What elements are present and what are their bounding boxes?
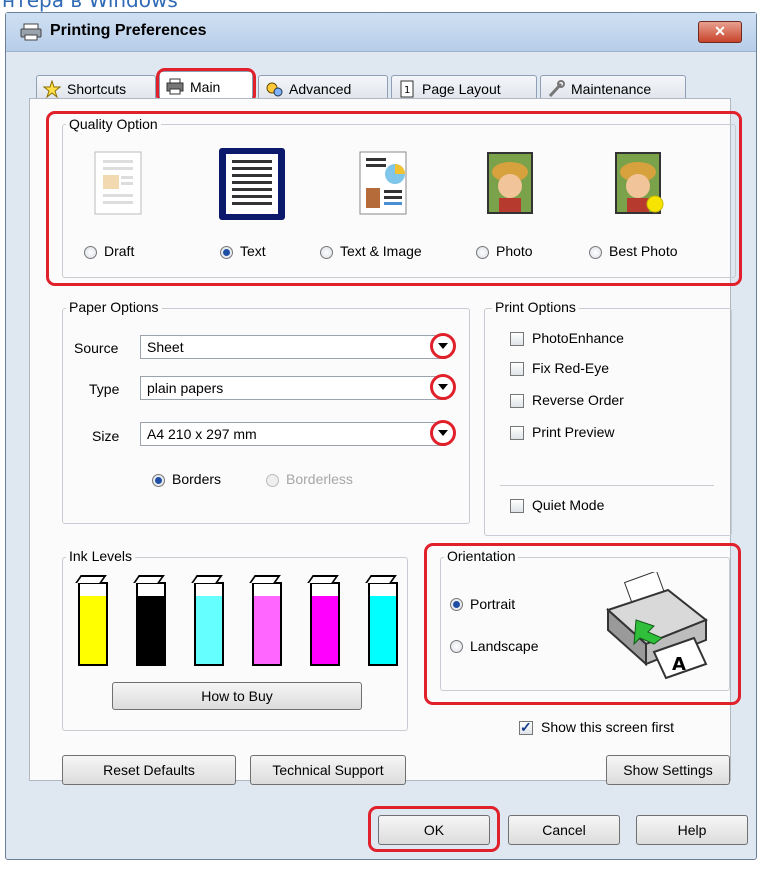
show-screen-first-label: Show this screen first xyxy=(541,719,675,735)
landscape-radio[interactable] xyxy=(450,640,463,653)
ink-cartridges xyxy=(75,575,398,672)
borderless-label: Borderless xyxy=(286,471,353,487)
ink-cartridge xyxy=(307,575,340,666)
ink-level-fill xyxy=(196,596,222,664)
title-bar: Printing Preferences ✕ xyxy=(6,13,756,52)
show-screen-first-checkbox[interactable] xyxy=(519,719,533,736)
quiet-mode-checkbox[interactable] xyxy=(510,499,524,513)
text-radio[interactable] xyxy=(220,246,233,259)
help-button[interactable]: Help xyxy=(636,815,748,845)
size-label: Size xyxy=(92,428,120,444)
paper-options-legend: Paper Options xyxy=(66,299,162,315)
print-options-legend: Print Options xyxy=(492,299,579,315)
ink-level-fill xyxy=(254,596,280,664)
ink-level-fill xyxy=(370,596,396,664)
ink-cartridge-top xyxy=(133,575,165,583)
ink-cartridge-top xyxy=(365,575,397,583)
window-title: Printing Preferences xyxy=(50,22,207,39)
technical-support-button[interactable]: Technical Support xyxy=(250,755,406,785)
portrait-radio[interactable] xyxy=(450,598,463,611)
size-select[interactable]: A4 210 x 297 mm xyxy=(140,422,446,446)
text-label: Text xyxy=(240,243,266,259)
chevron-down-icon xyxy=(438,430,448,436)
text-image-radio[interactable] xyxy=(320,246,333,259)
ink-cartridge-top xyxy=(191,575,223,583)
type-select[interactable]: plain papers xyxy=(140,376,446,400)
show-settings-button[interactable]: Show Settings xyxy=(606,755,730,785)
svg-text:1: 1 xyxy=(404,85,410,96)
type-dropdown-arrow[interactable] xyxy=(430,374,456,400)
size-dropdown-arrow[interactable] xyxy=(430,420,456,446)
reset-defaults-button[interactable]: Reset Defaults xyxy=(62,755,236,785)
star-icon xyxy=(43,80,61,98)
best-photo-radio[interactable] xyxy=(589,246,602,259)
chevron-down-icon xyxy=(438,343,448,349)
source-select[interactable]: Sheet xyxy=(140,335,446,359)
fix-red-eye-checkbox[interactable] xyxy=(510,362,524,376)
ink-level-fill xyxy=(138,596,164,664)
quiet-mode-label: Quiet Mode xyxy=(532,497,605,513)
reverse-order-label: Reverse Order xyxy=(532,392,624,408)
draft-radio[interactable] xyxy=(84,246,97,259)
ink-levels-legend: Ink Levels xyxy=(66,548,136,564)
tab-label: Advanced xyxy=(289,81,352,97)
text-image-label: Text & Image xyxy=(340,243,422,259)
ink-cartridge xyxy=(365,575,398,666)
borderless-radio[interactable] xyxy=(266,474,279,487)
svg-text:A: A xyxy=(672,654,686,675)
page-layout-icon: 1 xyxy=(400,80,414,98)
gears-icon xyxy=(266,82,283,97)
text-quality-icon xyxy=(219,148,285,220)
ink-cartridge xyxy=(249,575,282,666)
ok-button-highlight xyxy=(368,806,500,852)
draft-label: Draft xyxy=(104,243,135,259)
printer-icon xyxy=(20,23,42,41)
ink-level-fill xyxy=(312,596,338,664)
page-heading-fragment: нтера в Windows xyxy=(2,0,178,12)
photo-enhance-checkbox[interactable] xyxy=(510,332,524,346)
borders-radio[interactable] xyxy=(152,474,165,487)
best-photo-quality-icon xyxy=(615,152,664,214)
print-options-divider xyxy=(500,485,714,486)
ink-cartridge xyxy=(191,575,224,666)
ink-cartridge-top xyxy=(249,575,281,583)
reverse-order-checkbox[interactable] xyxy=(510,394,524,408)
tab-label: Page Layout xyxy=(422,81,501,97)
print-preview-checkbox[interactable] xyxy=(510,426,524,440)
borders-label: Borders xyxy=(172,471,222,487)
type-label: Type xyxy=(89,381,120,397)
tab-label: Shortcuts xyxy=(67,81,127,97)
ink-cartridge xyxy=(75,575,108,666)
fix-red-eye-label: Fix Red-Eye xyxy=(532,360,610,376)
portrait-label: Portrait xyxy=(470,596,516,612)
best-photo-label: Best Photo xyxy=(609,243,678,259)
text-image-quality-icon xyxy=(359,151,407,215)
tab-label: Maintenance xyxy=(571,81,652,97)
landscape-label: Landscape xyxy=(470,638,539,654)
draft-quality-icon xyxy=(94,151,142,215)
ink-cartridge-top xyxy=(307,575,339,583)
portrait-printer-icon: A xyxy=(606,572,708,680)
cancel-button[interactable]: Cancel xyxy=(508,815,620,845)
how-to-buy-button[interactable]: How to Buy xyxy=(112,682,362,710)
print-preview-label: Print Preview xyxy=(532,424,615,440)
close-button[interactable]: ✕ xyxy=(698,21,742,43)
photo-enhance-label: PhotoEnhance xyxy=(532,330,624,346)
wrench-icon xyxy=(548,80,565,98)
ink-cartridge xyxy=(133,575,166,666)
photo-quality-icon xyxy=(487,152,533,214)
ink-cartridge-top xyxy=(75,575,107,583)
photo-label: Photo xyxy=(496,243,533,259)
source-label: Source xyxy=(74,340,119,356)
chevron-down-icon xyxy=(438,384,448,390)
source-dropdown-arrow[interactable] xyxy=(430,333,456,359)
ink-level-fill xyxy=(80,596,106,664)
photo-radio[interactable] xyxy=(476,246,489,259)
